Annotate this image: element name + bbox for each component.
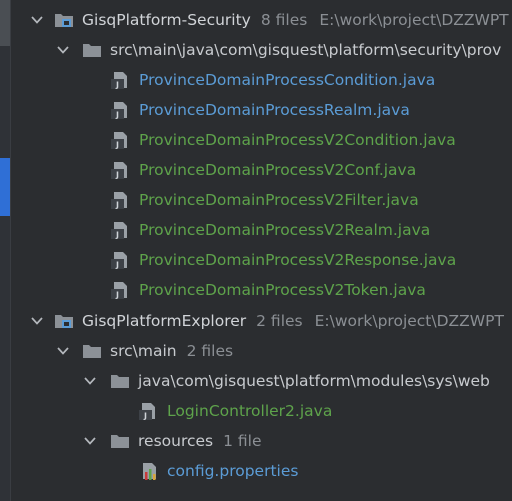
- file-name: ProvinceDomainProcessV2Response.java: [139, 251, 457, 269]
- svg-text:J: J: [115, 81, 119, 90]
- file-name: ProvinceDomainProcessV2Realm.java: [139, 221, 431, 239]
- chevron-down-icon[interactable]: [83, 374, 97, 388]
- java-class-file-icon: J: [111, 252, 127, 270]
- svg-text:J: J: [115, 231, 119, 240]
- tree-node-file[interactable]: config.properties: [0, 456, 512, 486]
- svg-text:J: J: [115, 141, 119, 150]
- file-name: ProvinceDomainProcessV2Condition.java: [139, 131, 456, 149]
- tree-node-resources[interactable]: resources 1 file: [0, 426, 512, 456]
- tree-node-file[interactable]: J ProvinceDomainProcessCondition.java: [0, 65, 512, 95]
- file-name: ProvinceDomainProcessRealm.java: [139, 101, 410, 119]
- module-path: E:\work\project\DZZWPT: [314, 312, 504, 330]
- folder-icon: [83, 345, 101, 358]
- svg-text:J: J: [115, 261, 119, 270]
- tree-node-security-package[interactable]: src\main\java\com\gisquest\platform\secu…: [0, 35, 512, 65]
- folder-icon: [111, 435, 129, 448]
- chevron-down-icon[interactable]: [56, 43, 70, 57]
- java-class-file-icon: J: [111, 162, 127, 180]
- tree-node-module-explorer[interactable]: GisqPlatformExplorer 2 files E:\work\proje…: [0, 306, 512, 336]
- module-name: GisqPlatform-Security: [82, 11, 251, 29]
- chevron-down-icon[interactable]: [30, 314, 44, 328]
- tree-node-file[interactable]: J ProvinceDomainProcessV2Token.java: [0, 275, 512, 305]
- tree-node-file[interactable]: J ProvinceDomainProcessV2Condition.java: [0, 125, 512, 155]
- chevron-down-icon[interactable]: [83, 434, 97, 448]
- java-class-file-icon: J: [111, 72, 127, 90]
- changes-tree-panel: GisqPlatform-Security 8 files E:\work\proj…: [0, 0, 512, 501]
- file-name: ProvinceDomainProcessCondition.java: [139, 71, 436, 89]
- module-folder-icon: [55, 14, 73, 27]
- chevron-down-icon[interactable]: [30, 13, 44, 27]
- tree-node-module-security[interactable]: GisqPlatform-Security 8 files E:\work\proj…: [0, 5, 512, 35]
- java-class-file-icon: J: [139, 403, 155, 421]
- java-class-file-icon: J: [111, 282, 127, 300]
- tree-node-file[interactable]: J ProvinceDomainProcessV2Conf.java: [0, 155, 512, 185]
- folder-icon: [111, 375, 129, 388]
- file-count: 2 files: [256, 312, 303, 330]
- svg-text:J: J: [143, 412, 147, 421]
- svg-text:J: J: [115, 111, 119, 120]
- folder-name: src\main\java\com\gisquest\platform\secu…: [110, 41, 502, 59]
- chevron-down-icon[interactable]: [56, 344, 70, 358]
- svg-text:J: J: [115, 201, 119, 210]
- file-name: config.properties: [167, 462, 299, 480]
- file-count: 1 file: [223, 432, 262, 450]
- java-class-file-icon: J: [111, 222, 127, 240]
- folder-name: resources: [138, 432, 214, 450]
- file-name: ProvinceDomainProcessV2Token.java: [139, 281, 426, 299]
- properties-file-icon: [143, 463, 156, 480]
- java-class-file-icon: J: [111, 192, 127, 210]
- tree-node-file[interactable]: J ProvinceDomainProcessV2Realm.java: [0, 215, 512, 245]
- file-count: 8 files: [260, 11, 308, 29]
- folder-icon: [83, 44, 101, 57]
- tree-node-file[interactable]: J ProvinceDomainProcessV2Response.java: [0, 245, 512, 275]
- module-path: E:\work\project\DZZWPT: [319, 11, 509, 29]
- file-name: ProvinceDomainProcessV2Filter.java: [139, 191, 419, 209]
- tree-node-file[interactable]: J LoginController2.java: [0, 396, 512, 426]
- svg-text:J: J: [115, 291, 119, 300]
- module-folder-icon: [55, 315, 73, 328]
- java-class-file-icon: J: [111, 102, 127, 120]
- module-name: GisqPlatformExplorer: [82, 312, 247, 330]
- folder-name: java\com\gisquest\platform\modules\sys\w…: [138, 372, 490, 390]
- file-count: 2 files: [186, 342, 234, 360]
- file-name: LoginController2.java: [167, 402, 333, 420]
- tree-node-file[interactable]: J ProvinceDomainProcessV2Filter.java: [0, 185, 512, 215]
- folder-name: src\main: [110, 342, 177, 360]
- file-tree: GisqPlatform-Security 8 files E:\work\proj…: [0, 0, 512, 501]
- svg-text:J: J: [115, 171, 119, 180]
- tree-node-src-main[interactable]: src\main 2 files: [0, 336, 512, 366]
- java-class-file-icon: J: [111, 132, 127, 150]
- file-name: ProvinceDomainProcessV2Conf.java: [139, 161, 417, 179]
- tree-node-web-package[interactable]: java\com\gisquest\platform\modules\sys\w…: [0, 366, 512, 396]
- tree-node-file[interactable]: J ProvinceDomainProcessRealm.java: [0, 95, 512, 125]
